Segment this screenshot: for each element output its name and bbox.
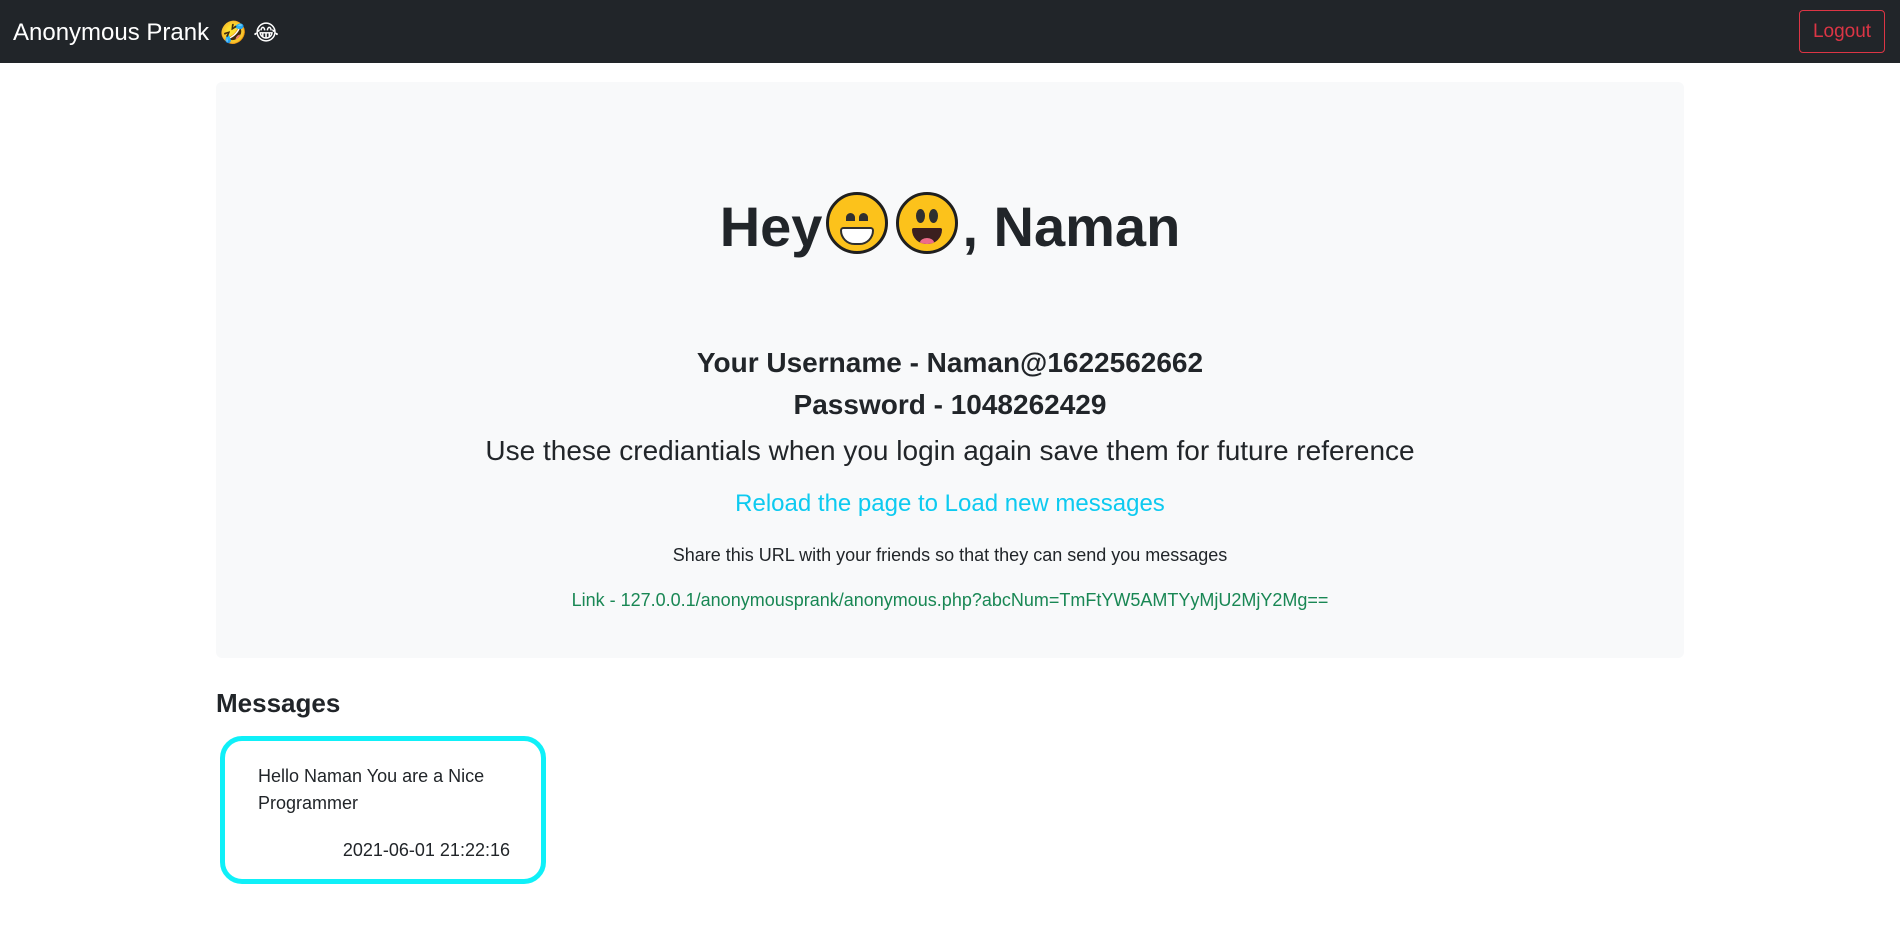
logout-button[interactable]: Logout xyxy=(1799,10,1885,53)
messages-heading: Messages xyxy=(216,688,341,718)
reload-link-container: Reload the page to Load new messages xyxy=(216,488,1684,520)
share-url[interactable]: Link - 127.0.0.1/anonymousprank/anonymou… xyxy=(216,587,1684,613)
message-card: Hello Naman You are a Nice Programmer 20… xyxy=(220,736,546,884)
grinning-face-icon xyxy=(826,192,889,254)
credentials-note: Use these crediantials when you login ag… xyxy=(485,435,1415,466)
username-line: Your Username - Naman@1622562662 xyxy=(696,347,1204,378)
navbar: Anonymous Prank 🤣 😂 Logout xyxy=(0,0,1900,63)
smiling-face-icon xyxy=(896,192,959,254)
welcome-panel: Hey , Naman Your Username - Naman@1622562… xyxy=(216,82,1684,658)
message-timestamp: 2021-06-01 21:22:16 xyxy=(342,840,510,860)
greeting-heading: Hey , Naman xyxy=(216,192,1684,262)
brand[interactable]: Anonymous Prank 🤣 😂 xyxy=(13,18,279,48)
message-text: Hello Naman You are a Nice Programmer xyxy=(258,766,485,813)
password-line: Password - 1048262429 xyxy=(793,389,1107,420)
brand-title: Anonymous Prank xyxy=(13,19,210,46)
greeting-name: , Naman xyxy=(962,195,1181,258)
laughing-emoji-icon: 🤣 😂 xyxy=(219,20,279,45)
greeting-prefix: Hey xyxy=(719,195,823,258)
share-instructions: Share this URL with your friends so that… xyxy=(672,545,1228,565)
reload-link[interactable]: Reload the page to Load new messages xyxy=(735,490,1165,517)
